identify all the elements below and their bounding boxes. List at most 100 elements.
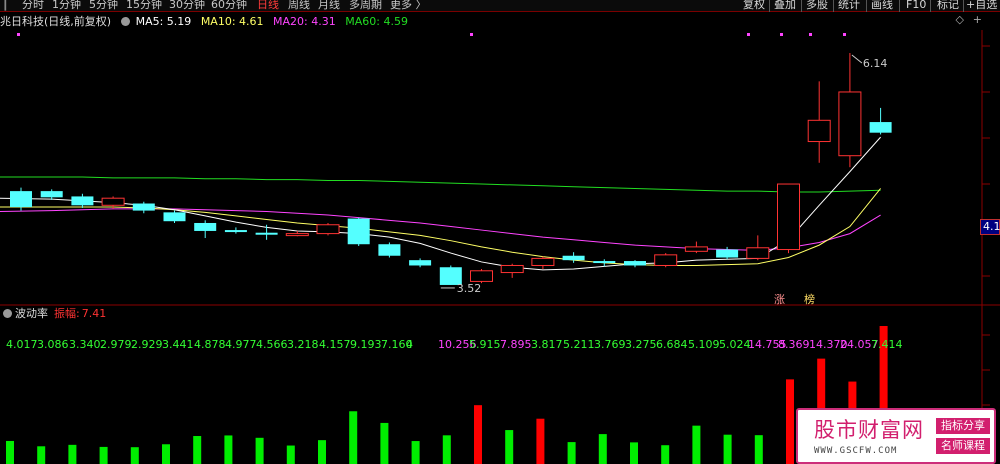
candle-body-down [378,244,401,256]
volatility-bar [442,435,451,464]
volatility-bar [505,430,514,464]
volatility-bar [567,442,576,464]
candle-body-down [562,255,585,261]
candle-body-up [807,119,831,143]
candle-body-down [194,222,217,231]
volatility-value: 3.086 [37,338,69,351]
watermark-logo: 股市财富网 WWW.GSCFW.COM 指标分享 名师课程 [796,408,996,464]
volatility-bar [536,418,545,464]
volatility-bar [224,435,233,464]
candle-body-up [500,264,524,274]
candle-body-up [470,270,493,282]
candle-body-down [132,203,155,211]
candle-body-up [101,197,125,206]
volatility-value: 4.878 [194,338,226,351]
volatility-bar [786,379,794,464]
volatility-value: 3.218 [287,338,319,351]
indicator-settings-icon[interactable] [3,309,12,318]
low-price-label: 3.52 [457,282,482,295]
candle-body-down [40,191,63,198]
volatility-value: 5.109 [688,338,720,351]
volatility-value: 5.915 [469,338,501,351]
volatility-bar [193,436,202,464]
candle-body-up [684,246,708,252]
candle-body-down [224,230,247,233]
volatility-bar [318,440,326,464]
volatility-value: 8.369 [778,338,810,351]
volatility-value: 7.414 [871,338,903,351]
signal-dot [809,33,812,36]
limit-up-marker: 涨 [774,293,785,306]
watermark-tag-share: 指标分享 [936,418,990,434]
volatility-bar [692,425,701,464]
watermark-url: WWW.GSCFW.COM [814,446,898,456]
candle-body-down [163,212,186,222]
watermark-title: 股市财富网 [814,418,924,442]
candle-body-down [624,261,646,266]
signal-dot [747,33,750,36]
volatility-bar [6,440,14,464]
amplitude-label: 振幅: [54,307,80,320]
volatility-value: 3.769 [594,338,626,351]
volatility-value: 4 [406,338,413,351]
candle-body-down [255,232,278,235]
volatility-bar [130,447,139,464]
volatility-bar [37,446,46,464]
volatility-bar [598,434,607,464]
high-price-label: 6.14 [863,57,888,70]
candle-body-down [409,260,432,266]
candle-body-up [531,257,555,266]
volatility-value: 3.275 [625,338,657,351]
candle-body-down [10,191,32,208]
candle-body-down [71,196,94,206]
signal-dot [17,33,20,36]
volatility-value: 4.566 [256,338,288,351]
candle-body-down [593,261,616,264]
volatility-bar [162,444,170,464]
volatility-bar [380,422,389,464]
volatility-bar [474,405,482,464]
volatility-bar [661,445,670,464]
candle-body-up [654,254,678,266]
high-price-arrow [851,54,863,64]
volatility-value: 5.211 [563,338,595,351]
candle-body-up [746,247,770,259]
candle-body-down [347,218,370,245]
volatility-bar [630,442,638,464]
ranking-marker: 榜 [804,292,815,306]
volatility-value: 2.979 [100,338,132,351]
volatility-value: 6.684 [656,338,688,351]
volatility-bar [99,446,108,464]
signal-dot [470,33,473,36]
candle-body-up [777,183,800,251]
volatility-bar [349,411,358,464]
candle-body-up [838,91,862,157]
indicator-legend: 波动率 振幅: 7.41 [0,307,106,321]
amplitude-value: 7.41 [81,307,107,320]
ma20-line [0,208,881,251]
volatility-value: 9.193 [350,338,382,351]
indicator-name: 波动率 [15,307,48,320]
volatility-bar [723,434,732,464]
volatility-value: 4.017 [6,338,38,351]
candlestick-chart[interactable]: 6.14 3.52 涨 榜 [0,0,1000,464]
signal-dot [780,33,783,36]
volatility-value: 2.929 [131,338,163,351]
price-axis-marker: 4.1 [980,219,1000,235]
volatility-value: 3.441 [162,338,194,351]
candle-body-down [869,122,892,133]
ma60-line [0,176,881,193]
volatility-bar [255,437,264,464]
volatility-bar [68,444,77,464]
candle-body-up [316,224,340,235]
volatility-value: 7.895 [500,338,532,351]
candle-body-down [716,249,739,258]
volatility-value: 3.340 [69,338,101,351]
candle-body-up [285,233,309,237]
volatility-bar [754,435,763,464]
volatility-bar [411,441,420,464]
volatility-value: 3.817 [531,338,563,351]
signal-dot [843,33,846,36]
watermark-tag-course: 名师课程 [936,438,990,454]
volatility-value: 4.157 [319,338,351,351]
